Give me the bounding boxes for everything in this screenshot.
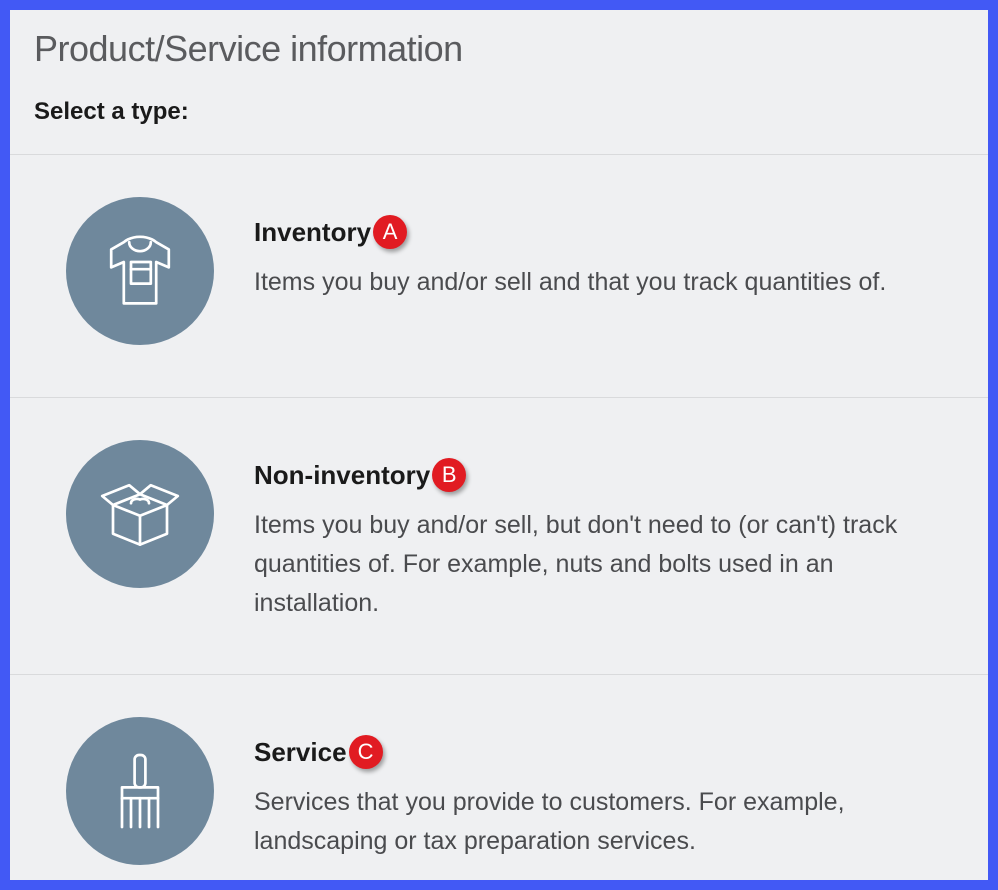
panel-header: Product/Service information Select a typ…: [10, 10, 988, 154]
annotation-badge-a: A: [373, 215, 407, 249]
type-description: Items you buy and/or sell and that you t…: [254, 263, 954, 302]
annotation-badge-c: C: [349, 735, 383, 769]
select-type-label: Select a type:: [34, 98, 964, 126]
type-title-row: Non-inventory B: [254, 458, 954, 492]
type-option-service[interactable]: Service C Services that you provide to c…: [10, 675, 988, 880]
tshirt-icon: [66, 197, 214, 345]
type-description: Items you buy and/or sell, but don't nee…: [254, 506, 954, 622]
type-title: Non-inventory: [254, 460, 430, 491]
type-title: Inventory: [254, 217, 371, 248]
type-title: Service: [254, 737, 347, 768]
annotation-badge-b: B: [432, 458, 466, 492]
type-text: Non-inventory B Items you buy and/or sel…: [254, 440, 954, 622]
type-title-row: Service C: [254, 735, 954, 769]
type-description: Services that you provide to customers. …: [254, 783, 954, 861]
product-service-panel: Product/Service information Select a typ…: [10, 10, 988, 880]
type-text: Service C Services that you provide to c…: [254, 717, 954, 861]
type-options-list: Inventory A Items you buy and/or sell an…: [10, 154, 988, 880]
type-text: Inventory A Items you buy and/or sell an…: [254, 197, 954, 302]
type-title-row: Inventory A: [254, 215, 954, 249]
type-option-inventory[interactable]: Inventory A Items you buy and/or sell an…: [10, 155, 988, 398]
paintbrush-icon: [66, 717, 214, 865]
page-title: Product/Service information: [34, 28, 964, 70]
open-box-icon: [66, 440, 214, 588]
type-option-non-inventory[interactable]: Non-inventory B Items you buy and/or sel…: [10, 398, 988, 675]
